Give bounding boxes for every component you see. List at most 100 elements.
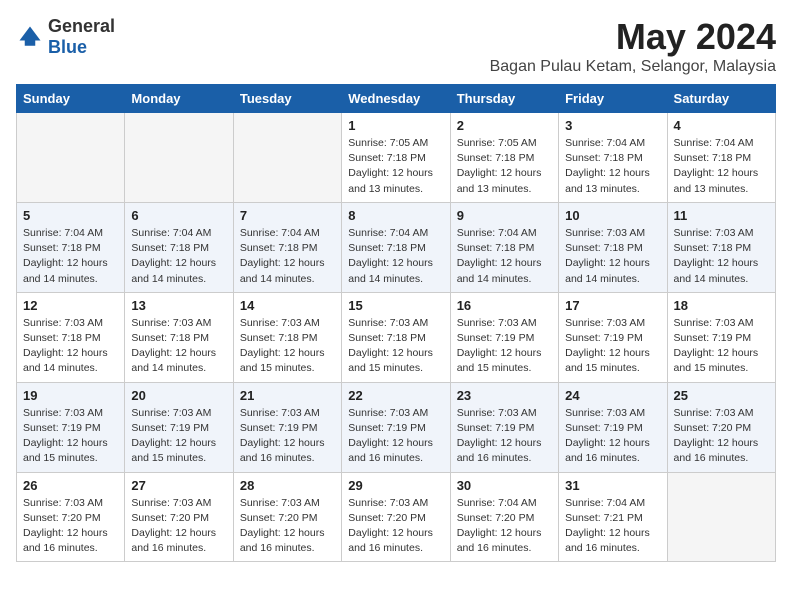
calendar-day-cell: 17 Sunrise: 7:03 AM Sunset: 7:19 PM Dayli… xyxy=(559,292,667,382)
calendar-week-row: 1 Sunrise: 7:05 AM Sunset: 7:18 PM Daylig… xyxy=(17,113,776,203)
day-info: Sunrise: 7:04 AM Sunset: 7:18 PM Dayligh… xyxy=(23,226,118,287)
calendar-week-row: 5 Sunrise: 7:04 AM Sunset: 7:18 PM Daylig… xyxy=(17,202,776,292)
day-info: Sunrise: 7:03 AM Sunset: 7:18 PM Dayligh… xyxy=(23,316,118,377)
day-info: Sunrise: 7:04 AM Sunset: 7:18 PM Dayligh… xyxy=(131,226,226,287)
calendar-day-cell: 1 Sunrise: 7:05 AM Sunset: 7:18 PM Daylig… xyxy=(342,113,450,203)
calendar-day-cell: 20Sunrise: 7:03 AM Sunset: 7:19 PM Dayli… xyxy=(125,382,233,472)
day-info: Sunrise: 7:03 AM Sunset: 7:19 PM Dayligh… xyxy=(457,316,552,377)
day-number: 25 xyxy=(674,388,769,403)
calendar-table: SundayMondayTuesdayWednesdayThursdayFrid… xyxy=(16,84,776,562)
day-info: Sunrise: 7:04 AM Sunset: 7:21 PM Dayligh… xyxy=(565,496,660,557)
calendar-day-cell: 13Sunrise: 7:03 AM Sunset: 7:18 PM Dayli… xyxy=(125,292,233,382)
day-number: 13 xyxy=(131,298,226,313)
day-number: 9 xyxy=(457,208,552,223)
day-info: Sunrise: 7:05 AM Sunset: 7:18 PM Dayligh… xyxy=(457,136,552,197)
calendar-day-cell: 16 Sunrise: 7:03 AM Sunset: 7:19 PM Dayli… xyxy=(450,292,558,382)
day-number: 15 xyxy=(348,298,443,313)
day-number: 26 xyxy=(23,478,118,493)
day-number: 27 xyxy=(131,478,226,493)
day-number: 16 xyxy=(457,298,552,313)
weekday-header-saturday: Saturday xyxy=(667,85,775,113)
day-number: 31 xyxy=(565,478,660,493)
day-info: Sunrise: 7:03 AM Sunset: 7:20 PM Dayligh… xyxy=(240,496,335,557)
day-info: Sunrise: 7:04 AM Sunset: 7:18 PM Dayligh… xyxy=(565,136,660,197)
calendar-day-cell: 4 Sunrise: 7:04 AM Sunset: 7:18 PM Daylig… xyxy=(667,113,775,203)
day-info: Sunrise: 7:04 AM Sunset: 7:18 PM Dayligh… xyxy=(674,136,769,197)
day-info: Sunrise: 7:03 AM Sunset: 7:19 PM Dayligh… xyxy=(240,406,335,467)
calendar-week-row: 26 Sunrise: 7:03 AM Sunset: 7:20 PM Dayli… xyxy=(17,472,776,562)
day-info: Sunrise: 7:03 AM Sunset: 7:18 PM Dayligh… xyxy=(565,226,660,287)
logo-blue: Blue xyxy=(48,37,87,57)
day-info: Sunrise: 7:05 AM Sunset: 7:18 PM Dayligh… xyxy=(348,136,443,197)
title-block: May 2024 Bagan Pulau Ketam, Selangor, Ma… xyxy=(490,16,776,76)
day-info: Sunrise: 7:04 AM Sunset: 7:18 PM Dayligh… xyxy=(348,226,443,287)
weekday-header-monday: Monday xyxy=(125,85,233,113)
calendar-day-cell: 10 Sunrise: 7:03 AM Sunset: 7:18 PM Dayli… xyxy=(559,202,667,292)
calendar-day-cell: 8 Sunrise: 7:04 AM Sunset: 7:18 PM Daylig… xyxy=(342,202,450,292)
calendar-day-cell: 11Sunrise: 7:03 AM Sunset: 7:18 PM Dayli… xyxy=(667,202,775,292)
page-header: General Blue May 2024 Bagan Pulau Ketam,… xyxy=(16,16,776,76)
day-info: Sunrise: 7:03 AM Sunset: 7:19 PM Dayligh… xyxy=(565,316,660,377)
subtitle: Bagan Pulau Ketam, Selangor, Malaysia xyxy=(490,58,776,76)
day-number: 11 xyxy=(674,208,769,223)
logo-general: General xyxy=(48,16,115,36)
weekday-header-wednesday: Wednesday xyxy=(342,85,450,113)
calendar-day-cell xyxy=(17,113,125,203)
day-number: 23 xyxy=(457,388,552,403)
day-number: 4 xyxy=(674,118,769,133)
calendar-day-cell: 24Sunrise: 7:03 AM Sunset: 7:19 PM Dayli… xyxy=(559,382,667,472)
day-info: Sunrise: 7:03 AM Sunset: 7:19 PM Dayligh… xyxy=(348,406,443,467)
day-info: Sunrise: 7:04 AM Sunset: 7:18 PM Dayligh… xyxy=(240,226,335,287)
day-number: 1 xyxy=(348,118,443,133)
weekday-header-tuesday: Tuesday xyxy=(233,85,341,113)
day-info: Sunrise: 7:03 AM Sunset: 7:19 PM Dayligh… xyxy=(131,406,226,467)
day-number: 8 xyxy=(348,208,443,223)
calendar-day-cell: 19 Sunrise: 7:03 AM Sunset: 7:19 PM Dayli… xyxy=(17,382,125,472)
calendar-day-cell: 9 Sunrise: 7:04 AM Sunset: 7:18 PM Daylig… xyxy=(450,202,558,292)
day-number: 19 xyxy=(23,388,118,403)
day-info: Sunrise: 7:04 AM Sunset: 7:18 PM Dayligh… xyxy=(457,226,552,287)
day-number: 5 xyxy=(23,208,118,223)
calendar-day-cell: 7Sunrise: 7:04 AM Sunset: 7:18 PM Daylig… xyxy=(233,202,341,292)
calendar-day-cell: 30 Sunrise: 7:04 AM Sunset: 7:20 PM Dayli… xyxy=(450,472,558,562)
day-number: 2 xyxy=(457,118,552,133)
day-info: Sunrise: 7:03 AM Sunset: 7:18 PM Dayligh… xyxy=(240,316,335,377)
day-info: Sunrise: 7:03 AM Sunset: 7:19 PM Dayligh… xyxy=(674,316,769,377)
main-title: May 2024 xyxy=(490,16,776,58)
day-number: 22 xyxy=(348,388,443,403)
day-info: Sunrise: 7:03 AM Sunset: 7:20 PM Dayligh… xyxy=(674,406,769,467)
day-info: Sunrise: 7:03 AM Sunset: 7:20 PM Dayligh… xyxy=(348,496,443,557)
calendar-day-cell: 28 Sunrise: 7:03 AM Sunset: 7:20 PM Dayli… xyxy=(233,472,341,562)
calendar-day-cell: 15 Sunrise: 7:03 AM Sunset: 7:18 PM Dayli… xyxy=(342,292,450,382)
day-number: 17 xyxy=(565,298,660,313)
calendar-day-cell: 26Sunrise: 7:03 AM Sunset: 7:20 PM Dayli… xyxy=(17,472,125,562)
calendar-week-row: 12Sunrise: 7:03 AM Sunset: 7:18 PM Dayli… xyxy=(17,292,776,382)
calendar-day-cell xyxy=(125,113,233,203)
calendar-day-cell: 2 Sunrise: 7:05 AM Sunset: 7:18 PM Daylig… xyxy=(450,113,558,203)
calendar-day-cell: 14Sunrise: 7:03 AM Sunset: 7:18 PM Dayli… xyxy=(233,292,341,382)
calendar-day-cell: 18 Sunrise: 7:03 AM Sunset: 7:19 PM Dayli… xyxy=(667,292,775,382)
calendar-day-cell: 6Sunrise: 7:04 AM Sunset: 7:18 PM Daylig… xyxy=(125,202,233,292)
day-number: 10 xyxy=(565,208,660,223)
calendar-day-cell xyxy=(667,472,775,562)
calendar-day-cell: 12Sunrise: 7:03 AM Sunset: 7:18 PM Dayli… xyxy=(17,292,125,382)
calendar-day-cell: 23 Sunrise: 7:03 AM Sunset: 7:19 PM Dayli… xyxy=(450,382,558,472)
calendar-day-cell: 5 Sunrise: 7:04 AM Sunset: 7:18 PM Daylig… xyxy=(17,202,125,292)
day-number: 21 xyxy=(240,388,335,403)
day-info: Sunrise: 7:03 AM Sunset: 7:19 PM Dayligh… xyxy=(457,406,552,467)
day-info: Sunrise: 7:04 AM Sunset: 7:20 PM Dayligh… xyxy=(457,496,552,557)
calendar-day-cell: 21 Sunrise: 7:03 AM Sunset: 7:19 PM Dayli… xyxy=(233,382,341,472)
day-number: 29 xyxy=(348,478,443,493)
day-number: 24 xyxy=(565,388,660,403)
calendar-day-cell: 3 Sunrise: 7:04 AM Sunset: 7:18 PM Daylig… xyxy=(559,113,667,203)
logo: General Blue xyxy=(16,16,115,58)
day-number: 18 xyxy=(674,298,769,313)
day-number: 28 xyxy=(240,478,335,493)
calendar-day-cell: 29 Sunrise: 7:03 AM Sunset: 7:20 PM Dayli… xyxy=(342,472,450,562)
day-info: Sunrise: 7:03 AM Sunset: 7:19 PM Dayligh… xyxy=(23,406,118,467)
day-number: 30 xyxy=(457,478,552,493)
day-number: 3 xyxy=(565,118,660,133)
calendar-day-cell: 22 Sunrise: 7:03 AM Sunset: 7:19 PM Dayli… xyxy=(342,382,450,472)
day-info: Sunrise: 7:03 AM Sunset: 7:18 PM Dayligh… xyxy=(348,316,443,377)
calendar-week-row: 19 Sunrise: 7:03 AM Sunset: 7:19 PM Dayli… xyxy=(17,382,776,472)
